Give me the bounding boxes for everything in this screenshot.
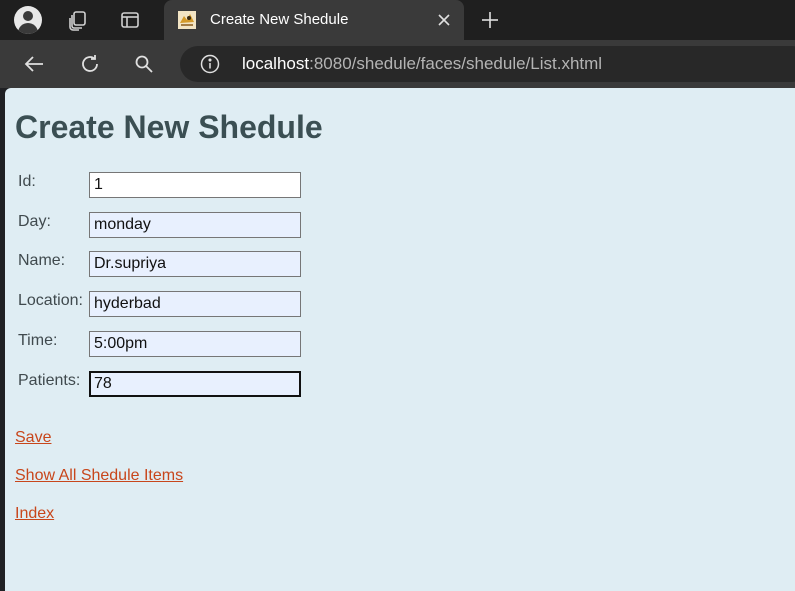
address-bar[interactable]: localhost:8080/shedule/faces/shedule/Lis… [180,46,795,82]
id-label: Id: [18,173,36,190]
index-link[interactable]: Index [15,505,54,523]
tab-actions-icon[interactable] [116,6,144,34]
new-tab-icon[interactable] [476,6,504,34]
name-label: Name: [18,252,66,269]
patients-field[interactable] [89,371,301,397]
browser-toolbar: localhost:8080/shedule/faces/shedule/Lis… [0,40,795,88]
url-host: localhost [242,54,310,73]
time-field[interactable] [89,331,301,357]
name-field[interactable] [89,251,301,277]
reload-icon[interactable] [76,50,104,78]
close-tab-icon[interactable] [432,8,456,32]
page-title: Create New Shedule [15,109,323,145]
page-content: Create New Shedule Id: Day: Name: Locati… [5,88,795,591]
profile-icon[interactable] [14,6,42,34]
site-info-icon[interactable] [200,54,220,74]
browser-tab-active[interactable]: Create New Shedule [164,0,464,40]
location-label: Location: [18,292,83,309]
url-text[interactable]: localhost:8080/shedule/faces/shedule/Lis… [242,54,602,74]
id-field[interactable] [89,172,301,198]
day-field[interactable] [89,212,301,238]
save-link[interactable]: Save [15,429,51,447]
tab-title: Create New Shedule [210,11,349,28]
search-icon[interactable] [130,50,158,78]
tomcat-favicon-icon [178,11,196,29]
time-label: Time: [18,332,58,349]
tab-strip: Create New Shedule [0,0,795,40]
location-field[interactable] [89,291,301,317]
show-all-shedule-items-link[interactable]: Show All Shedule Items [15,467,183,485]
patients-label: Patients: [18,372,81,389]
back-arrow-icon[interactable] [20,50,48,78]
url-path: :8080/shedule/faces/shedule/List.xhtml [309,54,603,73]
workspaces-icon[interactable] [64,6,92,34]
day-label: Day: [18,213,51,230]
